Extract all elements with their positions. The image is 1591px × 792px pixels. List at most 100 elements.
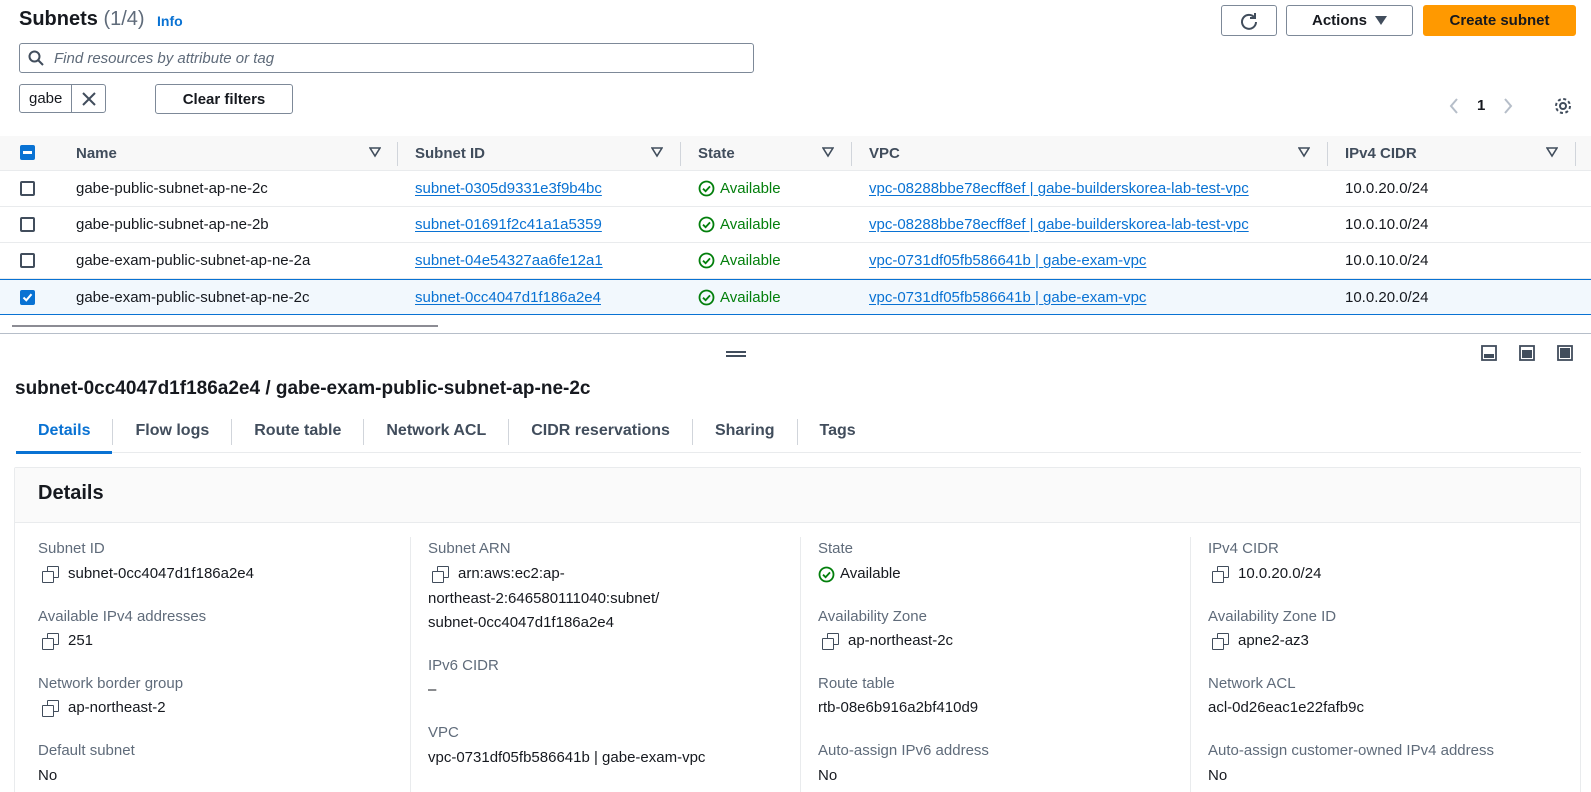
available-ipv4-label: Available IPv4 addresses [38,608,207,625]
panel-bottom-icon[interactable] [1481,345,1497,361]
cell-vpc-link[interactable]: vpc-08288bbe78ecff8ef | gabe-builderskor… [869,180,1249,197]
cell-cidr: 10.0.20.0/24 [1345,180,1429,197]
column-header-subnet-id[interactable]: Subnet ID [415,145,485,162]
tab-flow-logs[interactable]: Flow logs [113,411,231,453]
column-header-vpc[interactable]: VPC [869,145,900,162]
auto-ipv6-label: Auto-assign IPv6 address [818,742,989,759]
cell-state: Available [698,289,781,306]
az-id-text: apne2-az3 [1238,632,1309,649]
sort-icon[interactable] [651,146,663,158]
sort-icon[interactable] [1546,146,1558,158]
chevron-right-icon[interactable] [1503,97,1513,114]
network-border-group-value: ap-northeast-2 [42,696,166,720]
panel-full-icon[interactable] [1557,345,1573,361]
table-row[interactable]: gabe-exam-public-subnet-ap-ne-2a subnet-… [0,243,1591,279]
cell-cidr: 10.0.20.0/24 [1345,289,1429,306]
sort-icon[interactable] [1298,146,1310,158]
select-all-checkbox[interactable] [20,145,35,160]
az-text: ap-northeast-2c [848,632,954,649]
route-table-link[interactable]: rtb-08e6b916a2bf410d9 [818,696,978,720]
state-text: Available [840,565,901,582]
table-row-selected[interactable]: gabe-exam-public-subnet-ap-ne-2c subnet-… [0,279,1591,315]
search-placeholder: Find resources by attribute or tag [54,49,275,67]
info-link[interactable]: Info [157,13,183,29]
detail-title: subnet-0cc4047d1f186a2e4 / gabe-exam-pub… [15,378,591,399]
copy-icon[interactable] [822,633,839,650]
auto-ipv6-value: No [818,767,838,784]
row-checkbox[interactable] [20,181,35,196]
tab-network-acl[interactable]: Network ACL [364,411,508,453]
state-label: State [818,540,854,557]
state-value: Available [818,562,901,586]
page-title: Subnets (1/4) [19,8,145,31]
cell-subnet-id-link[interactable]: subnet-04e54327aa6fe12a1 [415,252,603,269]
column-header-state[interactable]: State [698,145,735,162]
copy-icon[interactable] [42,633,59,650]
network-acl-link[interactable]: acl-0d26eac1e22fafb9c [1208,696,1364,720]
cell-subnet-id-link[interactable]: subnet-01691f2c41a1a5359 [415,216,602,233]
copy-icon[interactable] [1212,633,1229,650]
refresh-icon [1241,12,1257,30]
default-subnet-value: No [38,767,58,784]
ipv4-cidr-label: IPv4 CIDR [1208,540,1279,557]
cell-vpc-link[interactable]: vpc-08288bbe78ecff8ef | gabe-builderskor… [869,216,1249,233]
subnet-id-text: subnet-0cc4047d1f186a2e4 [68,565,254,582]
actions-button[interactable]: Actions [1286,5,1413,36]
tab-details[interactable]: Details [16,411,113,454]
clear-filters-button[interactable]: Clear filters [155,84,293,114]
resize-handle[interactable] [726,351,746,359]
sort-icon[interactable] [822,146,834,158]
ipv4-cidr-text: 10.0.20.0/24 [1238,565,1322,582]
cell-subnet-id-link[interactable]: subnet-0305d9331e3f9b4bc [415,180,602,197]
refresh-button[interactable] [1221,5,1277,36]
copy-icon[interactable] [432,566,449,583]
tab-cidr-reservations[interactable]: CIDR reservations [509,411,692,453]
state-label: Available [720,252,781,269]
tab-sharing[interactable]: Sharing [693,411,797,453]
split-divider [0,333,1591,334]
cell-vpc-link[interactable]: vpc-0731df05fb586641b | gabe-exam-vpc [869,252,1146,269]
chevron-left-icon[interactable] [1449,97,1459,114]
selection-count: (1/4) [103,8,145,30]
tab-tags[interactable]: Tags [798,411,878,453]
create-subnet-button[interactable]: Create subnet [1423,5,1576,36]
table-row[interactable]: gabe-public-subnet-ap-ne-2b subnet-01691… [0,207,1591,243]
horizontal-scrollbar[interactable] [12,325,438,327]
subnet-id-value: subnet-0cc4047d1f186a2e4 [42,562,254,586]
ipv6-cidr-label: IPv6 CIDR [428,657,499,674]
column-header-name[interactable]: Name [76,145,117,162]
gear-icon[interactable] [1553,96,1573,116]
remove-filter-button[interactable] [72,85,105,112]
row-checkbox[interactable] [20,217,35,232]
search-input[interactable]: Find resources by attribute or tag [19,43,754,73]
az-label: Availability Zone [818,608,927,625]
row-checkbox-checked[interactable] [20,290,35,305]
subnet-arn-label: Subnet ARN [428,540,511,557]
copy-icon[interactable] [42,566,59,583]
search-icon [28,50,44,66]
available-ipv4-value: 251 [42,629,93,653]
column-header-ipv4-cidr[interactable]: IPv4 CIDR [1345,145,1417,162]
ipv6-cidr-value: – [428,681,437,698]
cell-state: Available [698,252,781,269]
vpc-link[interactable]: vpc-0731df05fb586641b | gabe-exam-vpc [428,746,705,770]
pagination: 1 [1449,97,1513,114]
page-number[interactable]: 1 [1477,97,1485,114]
copy-icon[interactable] [42,700,59,717]
cell-subnet-id-link[interactable]: subnet-0cc4047d1f186a2e4 [415,289,601,306]
az-id-value: apne2-az3 [1212,629,1309,653]
cell-name: gabe-exam-public-subnet-ap-ne-2c [76,289,310,306]
copy-icon[interactable] [1212,566,1229,583]
status-success-icon [698,180,715,197]
cell-vpc-link[interactable]: vpc-0731df05fb586641b | gabe-exam-vpc [869,289,1146,306]
panel-side-icon[interactable] [1519,345,1535,361]
table-row[interactable]: gabe-public-subnet-ap-ne-2c subnet-0305d… [0,171,1591,207]
details-section-title: Details [38,482,104,504]
available-ipv4-text: 251 [68,632,94,649]
tab-route-table[interactable]: Route table [232,411,363,453]
cell-cidr: 10.0.10.0/24 [1345,216,1429,233]
status-success-icon [698,252,715,269]
sort-icon[interactable] [369,146,381,158]
row-checkbox[interactable] [20,253,35,268]
state-label: Available [720,289,781,306]
